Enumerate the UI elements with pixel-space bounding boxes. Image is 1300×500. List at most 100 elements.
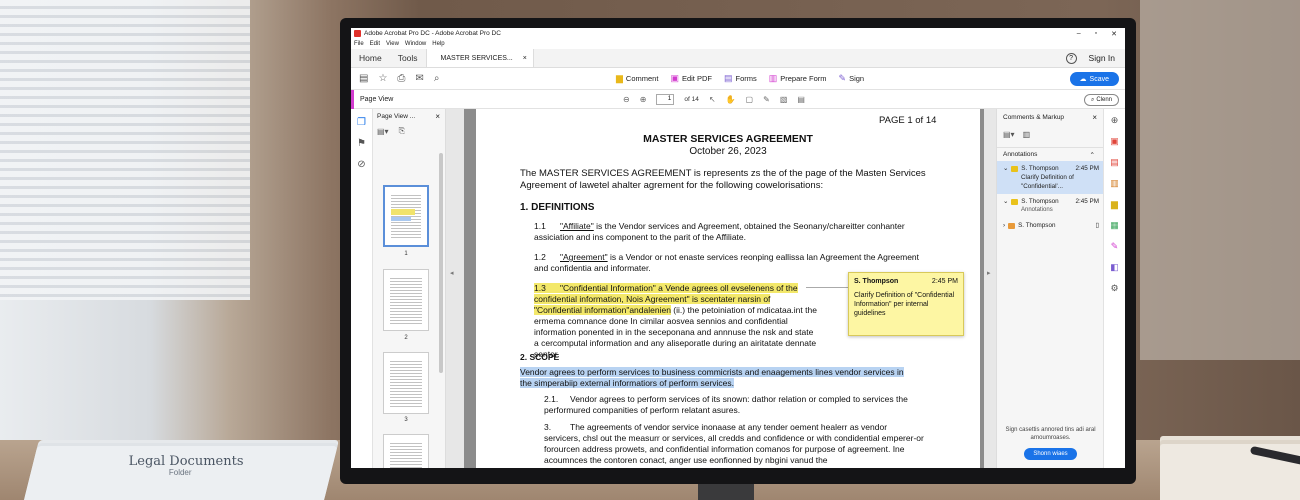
clean-search-icon: ⌕ [1090,96,1095,103]
comments-panel-close-icon[interactable]: × [1092,113,1097,122]
tab-tools[interactable]: Tools [390,49,426,67]
section-definitions-heading: 1. DEFINITIONS [520,202,595,213]
comment-time: 2:45 PM [1075,198,1099,205]
menu-window[interactable]: Window [405,41,426,47]
page-thumbnail[interactable] [383,269,429,331]
comment-body: Clarify Definition of "Confidential'... [1021,174,1074,190]
hand-tool-icon[interactable]: ✋ [726,95,736,104]
tab-document-label: MASTER SERVICES... [440,54,513,62]
protect-icon[interactable]: ◧ [1110,262,1119,273]
comment-icon: ▆ [616,73,623,83]
legal-documents-stack: Legal Documents Folder [22,446,338,500]
comment-filter-icon[interactable]: ▤▾ [1003,130,1015,139]
export-pdf-icon[interactable]: ▣ [1110,136,1119,147]
tool-prepare-form[interactable]: ▥ Prepare Form [769,73,827,84]
chevron-down-icon: ⌄ [1003,165,1009,172]
chevron-down-icon: ⌄ [1003,198,1009,205]
bookmark-star-icon[interactable]: ☆ [378,73,387,84]
page-thumbnail[interactable] [383,352,429,414]
sign-in-button[interactable]: Sign In [1089,53,1115,63]
tab-home[interactable]: Home [351,49,390,67]
markup-pen-icon[interactable]: ✎ [763,95,770,104]
window-blinds [0,0,250,300]
zoom-icon[interactable]: ⊕ [1111,115,1119,126]
clause-2-1: 2.1. Vendor agrees to perform services of… [544,394,908,415]
tab-row: Home Tools MASTER SERVICES... × ? Sign I… [351,49,1125,68]
show-button[interactable]: Shonn wiaes [1024,448,1077,460]
collapse-left-icon: ◂ [450,270,454,277]
select-tool-icon[interactable]: ↖ [709,95,716,104]
page-number-input[interactable]: 1 [656,93,675,105]
sticky-note-time: 2:45 PM [931,278,958,285]
save-file-icon[interactable]: ▤ [359,73,368,84]
thumbnail-options-icon[interactable]: ▤▾ [377,127,389,136]
minimize-button[interactable]: – [1077,30,1081,38]
tool-forms-label: Forms [735,74,757,83]
tool-forms[interactable]: ▤ Forms [724,73,757,84]
selected-text[interactable]: Vendor agrees to perform services to bus… [520,367,904,388]
right-panel-toggle[interactable]: ▸ [984,109,996,468]
print-icon[interactable]: ⎙ [397,73,405,84]
cloud-icon: ☁ [1079,76,1087,83]
tool-edit-pdf[interactable]: ▣ Edit PDF [670,73,712,84]
clean-button[interactable]: ⌕ Clenn [1083,94,1119,106]
document-area: PAGE 1 of 14 MASTER SERVICES AGREEMENT O… [464,109,984,468]
page-thumbnail[interactable] [383,185,429,247]
tool-comment[interactable]: ▆ Comment [616,73,658,84]
organize-pages-icon[interactable]: ▦ [1110,220,1119,231]
bookmarks-icon[interactable]: ⚑ [357,138,366,149]
left-panel-toggle[interactable]: ◂ [446,109,464,468]
combine-files-icon[interactable]: ▥ [1110,178,1119,189]
help-icon[interactable]: ? [1065,52,1077,64]
page-thumbnails-icon[interactable]: ❐ [357,117,366,128]
collapse-right-icon: ▸ [987,270,991,277]
tool-comment-label: Comment [625,74,659,83]
annotations-label: Annotations [1003,151,1038,158]
search-icon[interactable]: ⌕ [434,73,440,84]
page-view-label: Page View [360,95,394,103]
comment-author: S. Thompson [1021,165,1059,172]
zoom-select-icon[interactable]: ▢ [746,95,754,104]
scope-paragraph: Vendor agrees to perform services to bus… [520,367,904,389]
comment-list-icon[interactable]: ▥ [1023,130,1031,139]
comment-author: S. Thompson [1018,222,1056,229]
thumbnail-panel-close-icon[interactable]: × [435,112,440,121]
thumbnail-scrollbar[interactable] [439,153,443,373]
create-pdf-icon[interactable]: ▤ [1110,157,1119,168]
menu-help[interactable]: Help [432,41,444,47]
tab-document[interactable]: MASTER SERVICES... × [425,49,534,67]
thumbnail-panel: Page View ... × ▤▾ ⎘ 1 2 3 [373,109,446,468]
tab-close-icon[interactable]: × [523,55,527,62]
more-tools-rail-icon[interactable]: ⚙ [1110,283,1118,294]
tool-sign[interactable]: ✎ Sign [839,73,865,84]
trash-icon[interactable]: ▯ [1096,221,1099,230]
maximize-button[interactable]: ▫ [1095,30,1097,38]
comment-item[interactable]: ⌄ S. Thompson 2:45 PM Annotations [997,194,1103,218]
comment-tool-icon[interactable]: ▆ [1111,199,1118,210]
menu-file[interactable]: File [354,41,364,47]
prev-page-icon[interactable]: ⊖ [623,95,630,104]
page-thumbnail[interactable] [383,434,429,468]
collapse-annotations-icon[interactable]: ⌃ [1090,151,1095,159]
annotations-header[interactable]: Annotations ⌃ [997,147,1103,161]
attachments-icon[interactable]: ⊘ [357,159,365,170]
clause-3: 3. The agreements of vendor service inona… [544,422,924,465]
document-page: PAGE 1 of 14 MASTER SERVICES AGREEMENT O… [476,109,980,468]
save-button[interactable]: ☁ Scave [1069,72,1119,86]
document-title: MASTER SERVICES AGREEMENT [643,133,813,145]
email-icon[interactable]: ✉ [415,73,423,84]
papers-subtitle: Folder [168,468,192,477]
comment-item[interactable]: › S. Thompson ▯ [997,218,1103,233]
menu-view[interactable]: View [386,41,399,47]
menu-edit[interactable]: Edit [370,41,380,47]
sticky-note-comment[interactable]: S. Thompson 2:45 PM Clarify Definition o… [848,272,964,336]
more-tools-icon[interactable]: ▤ [797,95,805,104]
fill-sign-icon[interactable]: ▧ [780,95,788,104]
close-window-button[interactable]: ✕ [1111,30,1117,38]
page-count: of 14 [684,95,699,103]
comment-item[interactable]: ⌄ S. Thompson 2:45 PM Clarify Definition… [997,161,1103,194]
fill-sign-tool-icon[interactable]: ✎ [1111,241,1119,252]
comments-footer-text: Sign casettis annored tins adi aral arno… [1005,427,1096,441]
next-page-icon[interactable]: ⊕ [640,95,647,104]
insert-page-icon[interactable]: ⎘ [399,126,405,136]
